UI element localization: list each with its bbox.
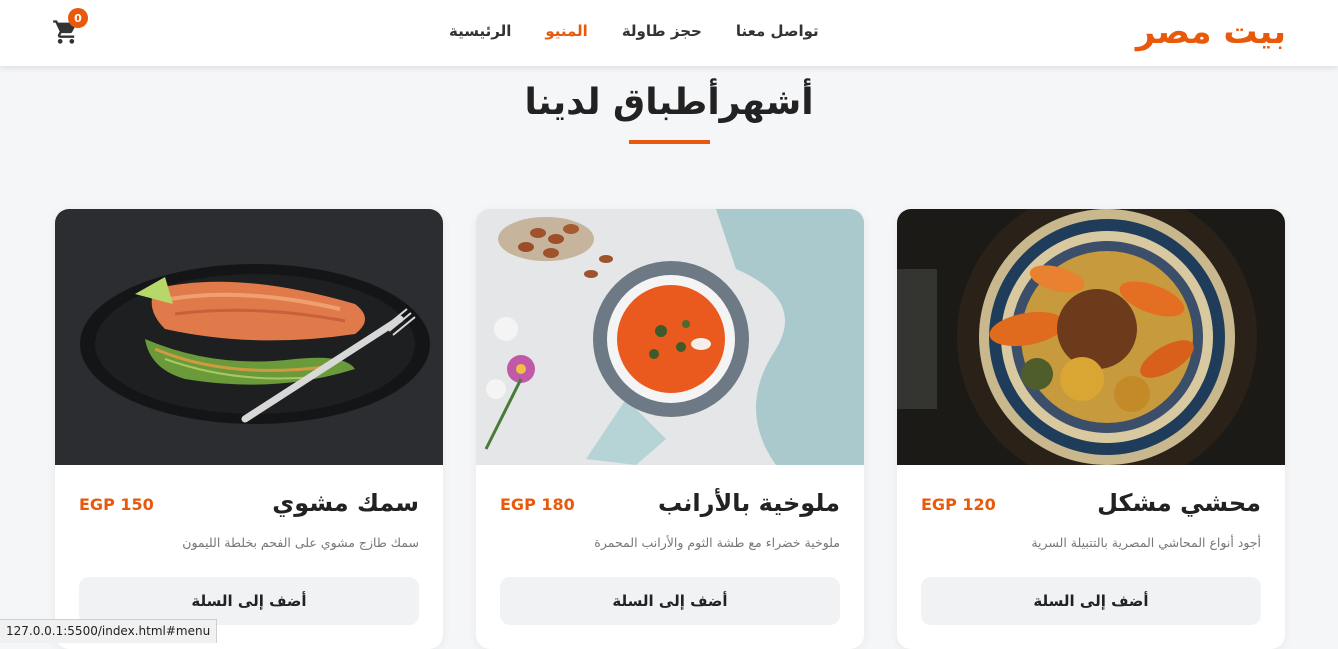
dish-price: EGP 120 [921,495,996,514]
browser-status-url: 127.0.0.1:5500/index.html#menu [0,619,218,643]
dish-image-grilled-fish [55,209,443,465]
dish-name: سمك مشوي [272,489,419,517]
site-header: بيت مصر الرئيسية المنيو حجز طاولة تواصل … [0,0,1338,66]
menu-card: سمك مشوي EGP 150 سمك طازج مشوي على الفحم… [55,209,443,649]
nav-item-reservation[interactable]: حجز طاولة [622,22,702,40]
cart-button[interactable]: 0 [52,8,88,48]
dish-description: أجود أنواع المحاشي المصرية بالتتبيلة الس… [1031,535,1261,550]
dish-price: EGP 150 [79,495,154,514]
section-title: أشهرأطباق لدينا [524,82,814,123]
dish-price: EGP 180 [500,495,575,514]
nav-item-menu[interactable]: المنيو [545,22,587,40]
main-nav: الرئيسية المنيو حجز طاولة تواصل معنا [449,22,819,40]
brand-logo[interactable]: بيت مصر [1136,12,1286,52]
dish-image-mahshi [897,209,1285,465]
cart-count-badge: 0 [68,8,88,28]
menu-card: محشي مشكل EGP 120 أجود أنواع المحاشي الم… [897,209,1285,649]
title-underline [629,140,710,144]
nav-item-home[interactable]: الرئيسية [449,22,511,40]
dish-description: سمك طازج مشوي على الفحم بخلطة الليمون [182,535,419,550]
dish-name: ملوخية بالأرانب [657,489,840,517]
nav-item-contact[interactable]: تواصل معنا [736,22,819,40]
dish-name: محشي مشكل [1097,489,1261,517]
add-to-cart-button[interactable]: أضف إلى السلة [79,577,419,625]
add-to-cart-button[interactable]: أضف إلى السلة [921,577,1261,625]
add-to-cart-button[interactable]: أضف إلى السلة [500,577,840,625]
dish-image-molokhia [476,209,864,465]
menu-card: ملوخية بالأرانب EGP 180 ملوخية خضراء مع … [476,209,864,649]
dish-description: ملوخية خضراء مع طشة الثوم والأرانب المحم… [594,535,840,550]
